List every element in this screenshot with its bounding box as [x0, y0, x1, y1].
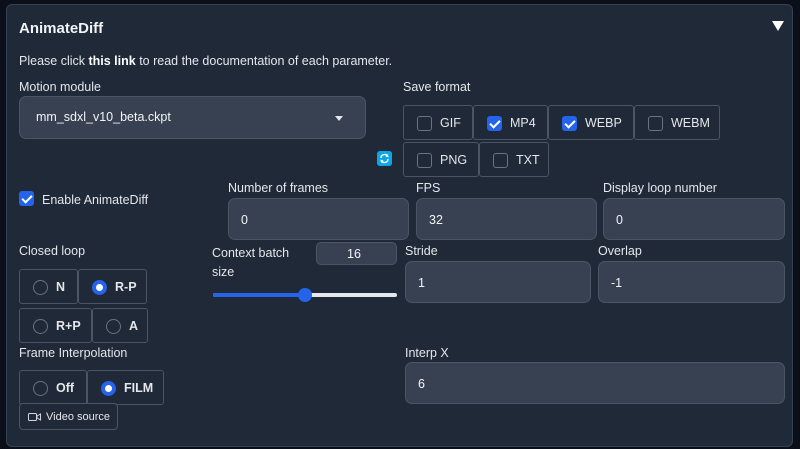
- save-format-gif[interactable]: GIF: [403, 105, 473, 140]
- gif-checkbox[interactable]: [417, 116, 432, 131]
- radio-r-plus-p[interactable]: [33, 319, 48, 334]
- motion-module-value: mm_sdxl_v10_beta.ckpt: [36, 110, 171, 124]
- fps-input[interactable]: 32: [416, 198, 597, 240]
- closed-loop-r-plus-p[interactable]: R+P: [19, 308, 92, 343]
- overlap-input[interactable]: -1: [598, 261, 785, 303]
- slider-handle[interactable]: [298, 288, 312, 302]
- closed-loop-r-p[interactable]: R-P: [78, 269, 147, 304]
- closed-loop-label: Closed loop: [19, 244, 86, 258]
- closed-loop-r-plus-p-label: R+P: [56, 319, 81, 333]
- txt-checkbox[interactable]: [493, 153, 508, 168]
- closed-loop-a-label: A: [129, 319, 139, 333]
- save-format-webm[interactable]: WEBM: [634, 105, 720, 140]
- overlap-value: -1: [611, 276, 623, 290]
- panel-title: AnimateDiff: [19, 20, 104, 37]
- radio-film[interactable]: [101, 381, 116, 396]
- display-loop-label: Display loop number: [603, 181, 717, 195]
- radio-a[interactable]: [106, 319, 121, 334]
- context-batch-value: 16: [347, 247, 361, 261]
- webm-checkbox[interactable]: [648, 116, 663, 131]
- video-camera-icon: [28, 413, 41, 421]
- frame-interpolation-label: Frame Interpolation: [19, 346, 128, 360]
- radio-off[interactable]: [33, 381, 48, 396]
- number-of-frames-value: 0: [241, 213, 248, 227]
- doc-suffix: to read the documentation of each parame…: [135, 54, 393, 68]
- video-source-label: Video source: [46, 411, 111, 423]
- enable-checkbox[interactable]: [19, 191, 34, 206]
- interp-film-label: FILM: [124, 381, 154, 395]
- enable-label: Enable AnimateDiff: [42, 193, 149, 207]
- interp-off-label: Off: [56, 381, 75, 395]
- save-format-txt[interactable]: TXT: [479, 142, 549, 177]
- context-batch-label-line2: size: [212, 265, 235, 279]
- radio-r-p[interactable]: [92, 280, 107, 295]
- closed-loop-a[interactable]: A: [92, 308, 148, 343]
- doc-link[interactable]: this link: [88, 54, 135, 68]
- gif-label: GIF: [440, 116, 461, 130]
- motion-module-label: Motion module: [19, 80, 101, 94]
- interp-x-value: 6: [418, 377, 425, 391]
- png-checkbox[interactable]: [417, 153, 432, 168]
- save-format-label: Save format: [403, 80, 471, 94]
- context-batch-slider[interactable]: [213, 288, 397, 302]
- interp-x-input[interactable]: 6: [405, 362, 785, 404]
- overlap-label: Overlap: [598, 244, 642, 258]
- context-batch-number-input[interactable]: 16: [316, 242, 397, 265]
- webp-checkbox[interactable]: [562, 116, 577, 131]
- number-of-frames-input[interactable]: 0: [228, 198, 409, 240]
- collapse-triangle-icon[interactable]: [771, 19, 785, 33]
- video-source-button[interactable]: Video source: [19, 403, 118, 430]
- closed-loop-r-p-label: R-P: [115, 280, 137, 294]
- png-label: PNG: [440, 153, 468, 167]
- interp-off[interactable]: Off: [19, 370, 87, 405]
- enable-animatediff-toggle[interactable]: [19, 191, 39, 211]
- interp-film[interactable]: FILM: [87, 370, 164, 405]
- fps-label: FPS: [416, 181, 441, 195]
- stride-label: Stride: [405, 244, 438, 258]
- save-format-mp4[interactable]: MP4: [473, 105, 548, 140]
- stride-value: 1: [418, 276, 425, 290]
- save-format-png[interactable]: PNG: [403, 142, 479, 177]
- refresh-icon[interactable]: [377, 151, 392, 166]
- webm-label: WEBM: [671, 116, 710, 130]
- doc-prefix: Please click: [19, 54, 89, 68]
- closed-loop-n-label: N: [56, 280, 66, 294]
- chevron-down-icon: [335, 116, 343, 121]
- animatediff-panel: AnimateDiff Please click this link to re…: [6, 4, 793, 447]
- mp4-checkbox[interactable]: [487, 116, 502, 131]
- motion-module-dropdown[interactable]: mm_sdxl_v10_beta.ckpt: [19, 96, 366, 139]
- stride-input[interactable]: 1: [405, 261, 591, 303]
- context-batch-label-line1: Context batch: [212, 246, 290, 260]
- context-batch-label: Context batch size: [212, 244, 289, 282]
- radio-n[interactable]: [33, 280, 48, 295]
- documentation-note: Please click this link to read the docum…: [19, 54, 392, 68]
- slider-fill: [213, 293, 305, 297]
- webp-label: WEBP: [585, 116, 622, 130]
- display-loop-value: 0: [616, 213, 623, 227]
- closed-loop-n[interactable]: N: [19, 269, 78, 304]
- save-format-webp[interactable]: WEBP: [548, 105, 634, 140]
- mp4-label: MP4: [510, 116, 536, 130]
- number-of-frames-label: Number of frames: [228, 181, 329, 195]
- txt-label: TXT: [516, 153, 540, 167]
- display-loop-input[interactable]: 0: [603, 198, 785, 240]
- interp-x-label: Interp X: [405, 346, 449, 360]
- fps-value: 32: [429, 213, 443, 227]
